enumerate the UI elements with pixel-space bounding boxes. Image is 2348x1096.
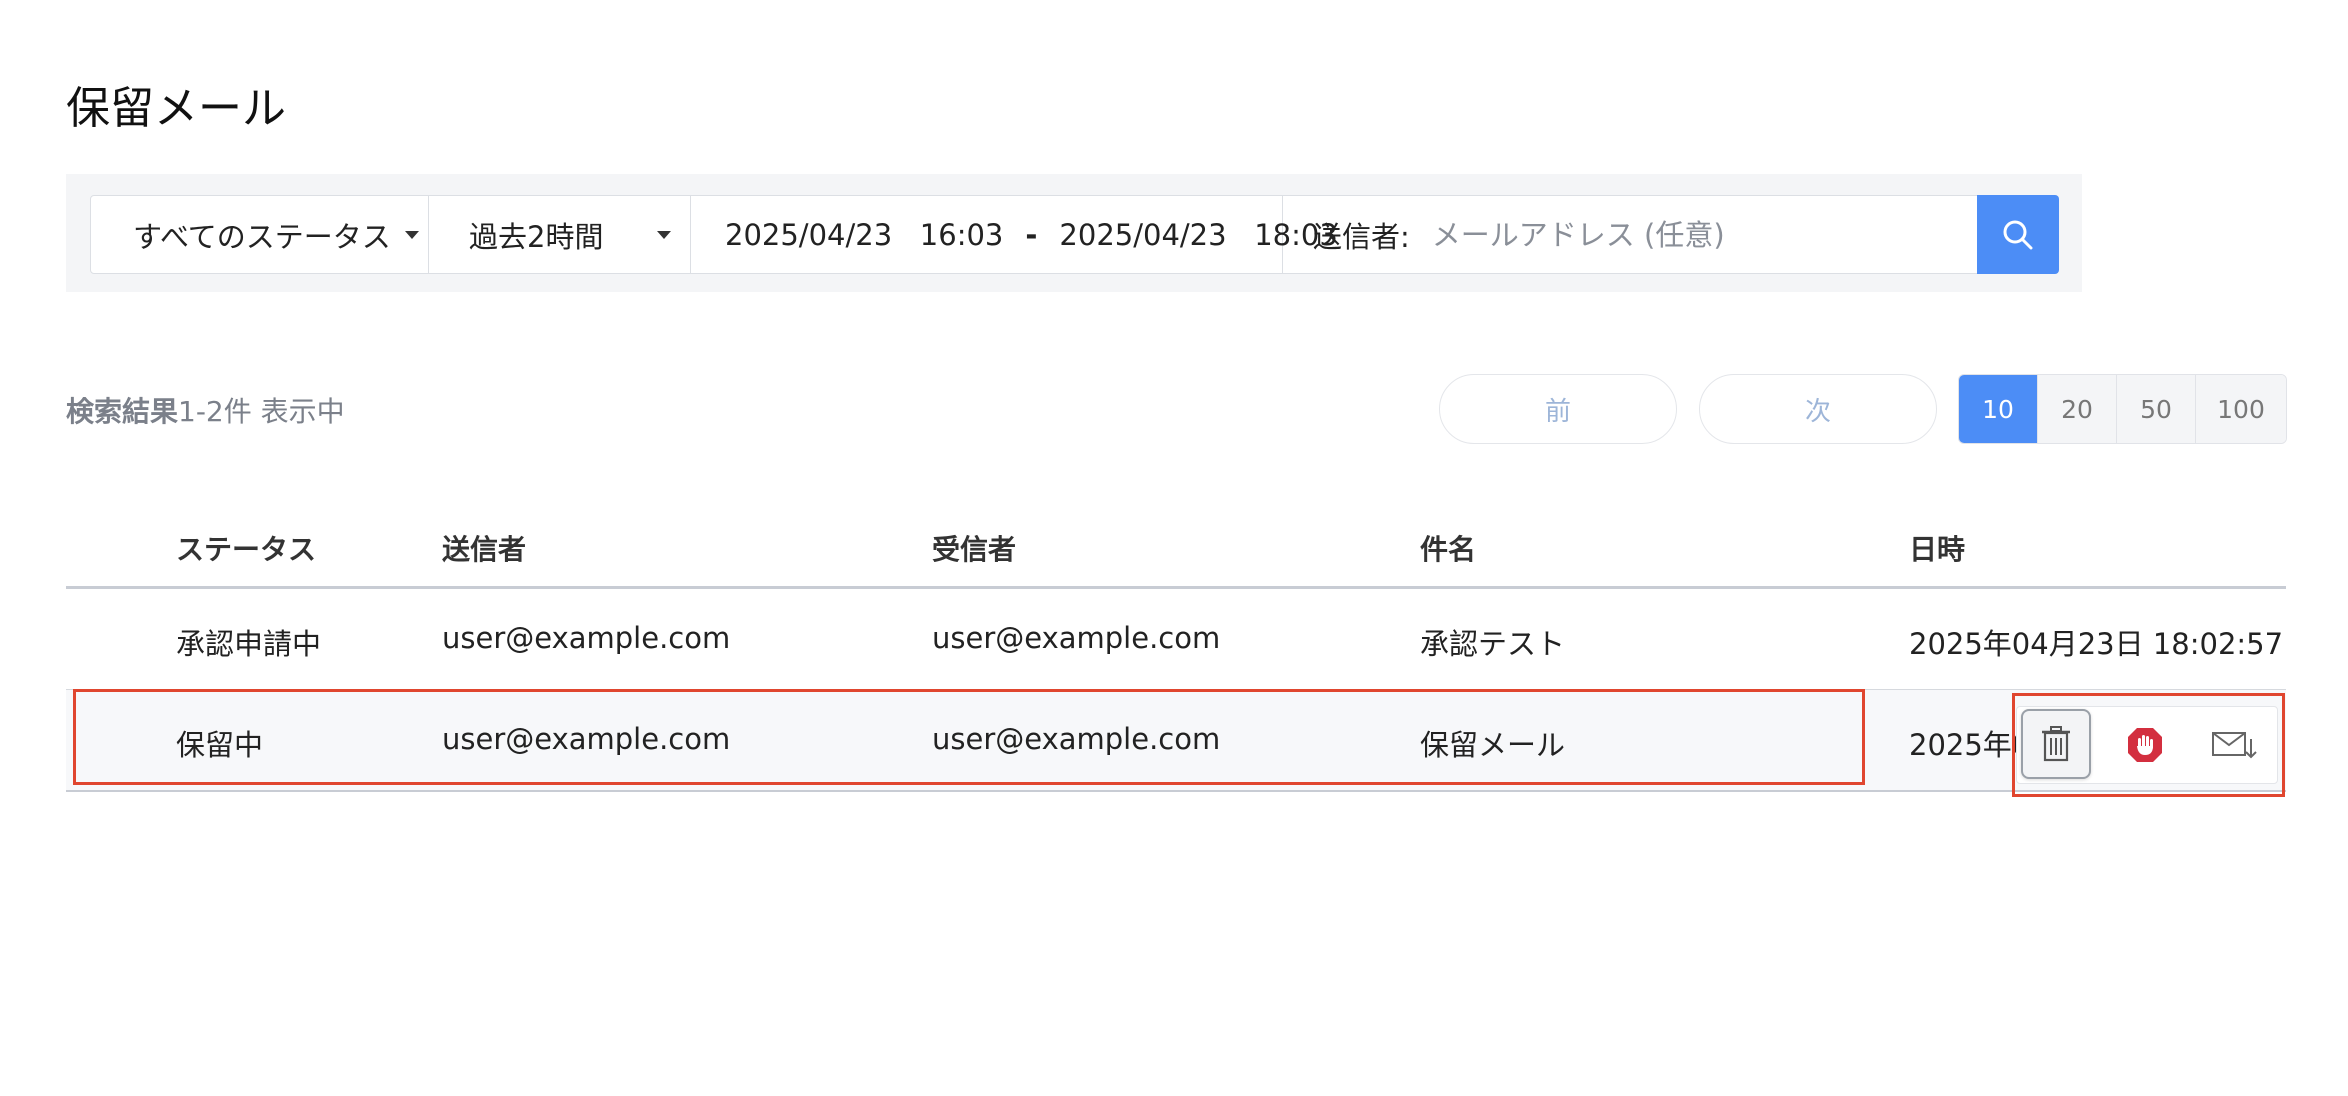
date-range-picker[interactable]: 2025/04/23 16:03 - 2025/04/23 18:03	[691, 196, 1338, 273]
held-mail-table: ステータス 送信者 受信者 件名 日時 承認申請中 user@example.c…	[66, 510, 2286, 792]
date-from[interactable]: 2025/04/23 16:03	[725, 218, 1003, 252]
date-separator: -	[1025, 217, 1038, 252]
row-status: 承認申請中	[176, 627, 322, 661]
period-dropdown-label: 過去2時間	[469, 219, 604, 254]
page-title: 保留メール	[66, 83, 286, 134]
period-dropdown[interactable]: 過去2時間	[429, 196, 691, 273]
next-page-button[interactable]: 次	[1699, 374, 1937, 444]
header-datetime[interactable]: 日時	[1909, 528, 1965, 568]
status-dropdown-label: すべてのステータス	[133, 219, 391, 254]
row-subject: 承認テスト	[1420, 627, 1566, 661]
filter-panel: すべてのステータス 過去2時間 2025/04/23 16:03 - 2025/…	[66, 174, 2082, 292]
hold-button[interactable]	[2115, 715, 2175, 775]
filter-bar: すべてのステータス 過去2時間 2025/04/23 16:03 - 2025/…	[90, 195, 1985, 274]
trash-icon	[2042, 726, 2070, 762]
sender-label: 送信者:	[1313, 219, 1410, 254]
release-button[interactable]	[2201, 715, 2267, 775]
row-datetime: 2025年04月23日 18:02:57	[1909, 627, 2284, 661]
row-datetime: 2025年0	[1909, 728, 2031, 762]
page-size-50-button[interactable]: 50	[2117, 375, 2196, 443]
page-size-20-button[interactable]: 20	[2038, 375, 2117, 443]
row-sender: user@example.com	[442, 621, 731, 655]
table-row[interactable]: 保留中 user@example.com user@example.com 保留…	[66, 690, 2286, 792]
row-recipient: user@example.com	[932, 621, 1221, 655]
row-recipient: user@example.com	[932, 722, 1221, 756]
search-button[interactable]	[1977, 195, 2059, 274]
caret-down-icon	[657, 230, 672, 239]
row-sender: user@example.com	[442, 722, 731, 756]
result-count-range: 1-2件 表示中	[178, 395, 345, 428]
hold-hand-icon	[2128, 728, 2162, 762]
result-count: 検索結果1-2件 表示中	[66, 390, 345, 430]
search-icon	[2003, 220, 2033, 249]
row-action-panel	[2016, 706, 2278, 784]
page-size-100-button[interactable]: 100	[2196, 375, 2286, 443]
result-count-label: 検索結果	[66, 395, 179, 428]
table-header: ステータス 送信者 受信者 件名 日時	[66, 510, 2286, 589]
header-recipient[interactable]: 受信者	[932, 528, 1016, 568]
header-status[interactable]: ステータス	[176, 528, 316, 568]
row-subject: 保留メール	[1420, 728, 1566, 762]
sender-filter[interactable]: 送信者:	[1283, 196, 1984, 273]
page-size-selector: 10 20 50 100	[1958, 374, 2287, 444]
table-row[interactable]: 承認申請中 user@example.com user@example.com …	[66, 589, 2286, 690]
delete-button[interactable]	[2021, 709, 2091, 779]
status-dropdown[interactable]: すべてのステータス	[91, 196, 429, 273]
caret-down-icon	[404, 230, 419, 239]
header-sender[interactable]: 送信者	[442, 528, 526, 568]
sender-input[interactable]	[1431, 217, 1952, 252]
row-status: 保留中	[176, 728, 264, 762]
prev-page-button[interactable]: 前	[1439, 374, 1677, 444]
page-size-10-button[interactable]: 10	[1959, 375, 2038, 443]
header-subject[interactable]: 件名	[1420, 528, 1476, 568]
mail-release-icon	[2212, 732, 2257, 759]
